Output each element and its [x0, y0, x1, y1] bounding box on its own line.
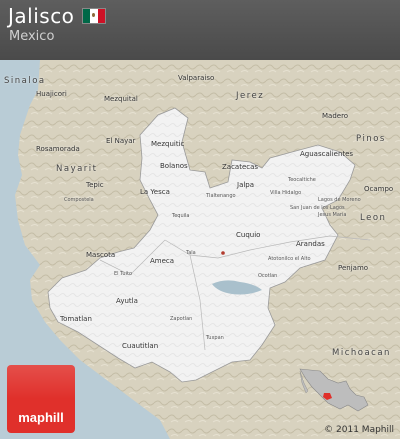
maphill-logo-text: maphill	[18, 410, 64, 425]
label-tequila: Tequila	[172, 213, 190, 219]
label-mezquitic: Mezquitic	[151, 140, 185, 148]
label-zacatecas: Zacatecas	[222, 163, 259, 171]
label-tepic: Tepic	[86, 181, 104, 189]
label-tomatlan: Tomatlan	[60, 315, 92, 323]
mexico-flag-icon	[82, 8, 106, 24]
label-lagos: Lagos de Moreno	[318, 197, 361, 203]
label-pinos: Pinos	[356, 134, 386, 144]
map-title: Jalisco	[8, 4, 75, 28]
guadalajara-marker	[221, 251, 225, 255]
label-cuquio: Cuquio	[236, 231, 261, 239]
label-tlaltenango: Tlaltenango	[206, 193, 236, 199]
copyright-text: © 2011 Maphill	[324, 425, 394, 435]
label-tala: Tala	[186, 250, 196, 256]
label-arandas: Arandas	[296, 240, 325, 248]
label-jalpa: Jalpa	[237, 181, 255, 189]
mexico-locator-map	[299, 368, 369, 412]
label-bolanos: Bolanos	[160, 162, 188, 170]
label-atotonilco: Atotonilco el Alto	[268, 256, 311, 262]
map-subtitle: Mexico	[9, 29, 55, 44]
label-valparaiso: Valparaiso	[178, 74, 215, 82]
label-el-nayar: El Nayar	[106, 137, 136, 145]
label-mezquital: Mezquital	[104, 95, 138, 103]
label-ameca: Ameca	[150, 257, 175, 265]
label-aguascalientes: Aguascalientes	[300, 150, 354, 158]
label-la-yesca: La Yesca	[140, 188, 170, 196]
label-rosamorada: Rosamorada	[36, 145, 80, 153]
label-san-juan: San Juan de los Lagos	[290, 205, 345, 211]
maphill-logo[interactable]: maphill	[7, 365, 75, 433]
label-nayarit: Nayarit	[56, 164, 98, 174]
label-villa-hidalgo: Villa Hidalgo	[270, 190, 302, 196]
label-ocampo: Ocampo	[364, 185, 394, 193]
label-compostela: Compostela	[64, 197, 94, 203]
label-michoacan: Michoacan	[332, 348, 391, 358]
label-huajicori: Huajicori	[36, 90, 67, 98]
label-teocaltiche: Teocaltiche	[288, 177, 316, 183]
header-bar: Jalisco Mexico	[0, 0, 400, 60]
label-cuautitlan: Cuautitlan	[122, 342, 159, 350]
label-zapotlan: Zapotlan	[170, 316, 193, 322]
label-el-tuito: El Tuito	[114, 271, 133, 277]
label-jerez: Jerez	[236, 91, 265, 101]
label-mascota: Mascota	[86, 251, 116, 259]
label-sinaloa: Sinaloa	[4, 76, 46, 86]
label-tuxpan: Tuxpan	[206, 335, 224, 341]
label-penjamo: Penjamo	[338, 264, 369, 272]
label-ayutla: Ayutla	[116, 297, 138, 305]
label-ocotlan: Ocotlan	[258, 273, 278, 279]
label-madero: Madero	[322, 112, 349, 120]
label-leon: Leon	[360, 213, 387, 223]
label-jesus-maria: Jesus Maria	[318, 212, 347, 218]
